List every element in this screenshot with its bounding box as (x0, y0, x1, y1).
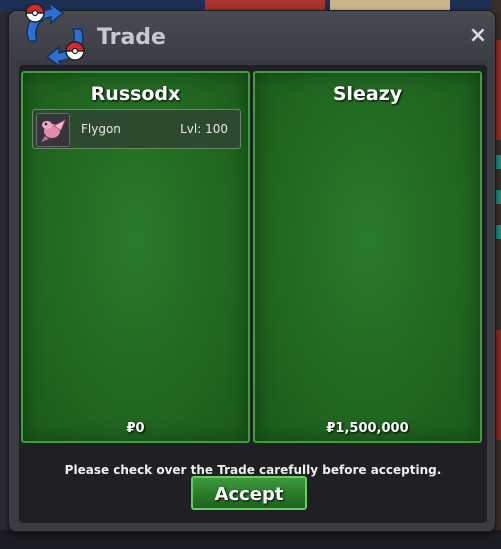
pokemon-level: Lvl: 100 (180, 122, 228, 136)
trade-exchange-icon (25, 1, 85, 69)
game-background-path (330, 0, 450, 10)
game-background-bottom (0, 530, 501, 549)
offer-panel-player2: Sleazy ₽1,500,000 (253, 71, 482, 443)
trade-content: Russodx Flygon Lvl: 100 ₽0 Sleazy ₽1,500… (19, 65, 487, 523)
offered-pokemon-row[interactable]: Flygon Lvl: 100 (32, 109, 241, 149)
accept-button[interactable]: Accept (191, 476, 307, 510)
game-background-roof (205, 0, 325, 10)
flygon-sprite-icon (36, 113, 70, 147)
money-amount: ₽1,500,000 (326, 421, 409, 436)
money-amount: ₽0 (126, 421, 145, 436)
player-name: Russodx (90, 83, 181, 105)
trade-notice: Please check over the Trade carefully be… (64, 463, 442, 477)
trade-window: Trade × Russodx Flygon Lvl: 100 ₽0 Sleaz… (8, 1, 496, 532)
close-icon[interactable]: × (467, 25, 489, 47)
player-name: Sleazy (332, 83, 403, 105)
offer-panel-player1: Russodx Flygon Lvl: 100 ₽0 (21, 71, 250, 443)
window-title: Trade (97, 25, 166, 50)
pokemon-name: Flygon (81, 122, 121, 136)
